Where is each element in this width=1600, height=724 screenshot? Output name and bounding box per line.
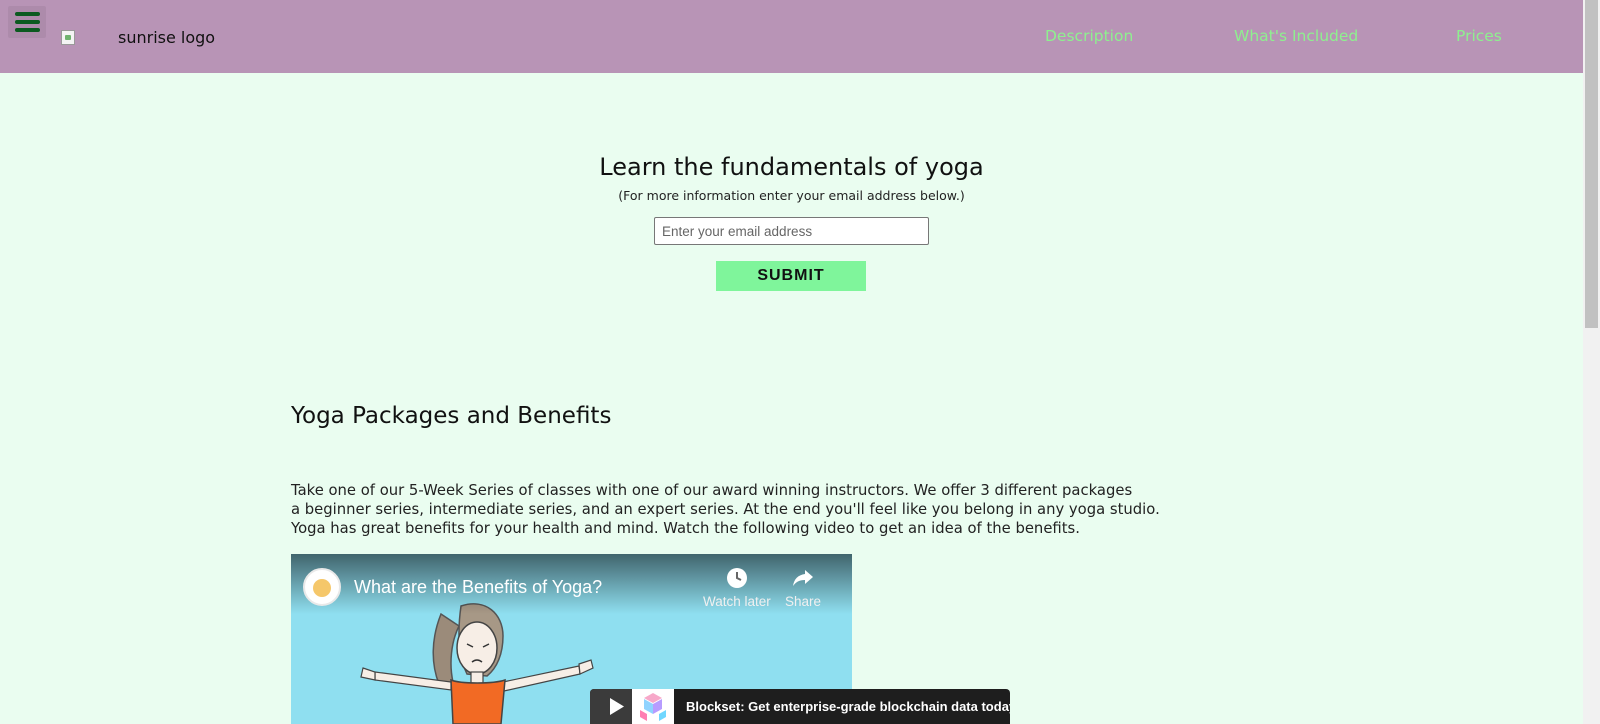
broken-image-icon [61,29,75,45]
site-header: sunrise logo Description What's Included… [0,0,1583,73]
section-paragraph: Take one of our 5-Week Series of classes… [291,481,1160,538]
video-ad-banner[interactable]: Blockset: Get enterprise-grade blockchai… [590,689,1010,724]
blockset-logo-icon [632,689,674,724]
watch-later-button[interactable]: Watch later [703,566,771,609]
submit-button[interactable]: SUBMIT [716,261,866,291]
site-logo[interactable]: sunrise logo [61,27,215,47]
share-button[interactable]: Share [785,566,821,609]
channel-avatar[interactable] [303,568,341,606]
clock-icon [726,568,747,588]
vertical-scrollbar[interactable] [1583,0,1600,724]
nav-link-prices[interactable]: Prices [1456,27,1502,45]
section-title: Yoga Packages and Benefits [291,403,612,429]
email-input[interactable] [654,217,929,245]
watch-later-label: Watch later [703,594,771,609]
paragraph-line: Take one of our 5-Week Series of classes… [291,482,1133,499]
nav-link-whats-included[interactable]: What's Included [1234,27,1358,45]
ad-text[interactable]: Blockset: Get enterprise-grade blockchai… [686,699,1010,714]
nav-link-description[interactable]: Description [1045,27,1133,45]
hero-subtitle: (For more information enter your email a… [618,188,965,203]
paragraph-line: Yoga has great benefits for your health … [291,520,1080,537]
share-label: Share [785,594,822,609]
video-title[interactable]: What are the Benefits of Yoga? [354,577,602,598]
logo-alt-text: sunrise logo [118,27,216,47]
hero-title: Learn the fundamentals of yoga [599,153,984,181]
scrollbar-thumb[interactable] [1585,0,1598,328]
share-icon [793,570,814,586]
hamburger-menu-icon[interactable] [8,6,46,38]
page: sunrise logo Description What's Included… [0,0,1600,724]
paragraph-line: a beginner series, intermediate series, … [291,501,1160,518]
